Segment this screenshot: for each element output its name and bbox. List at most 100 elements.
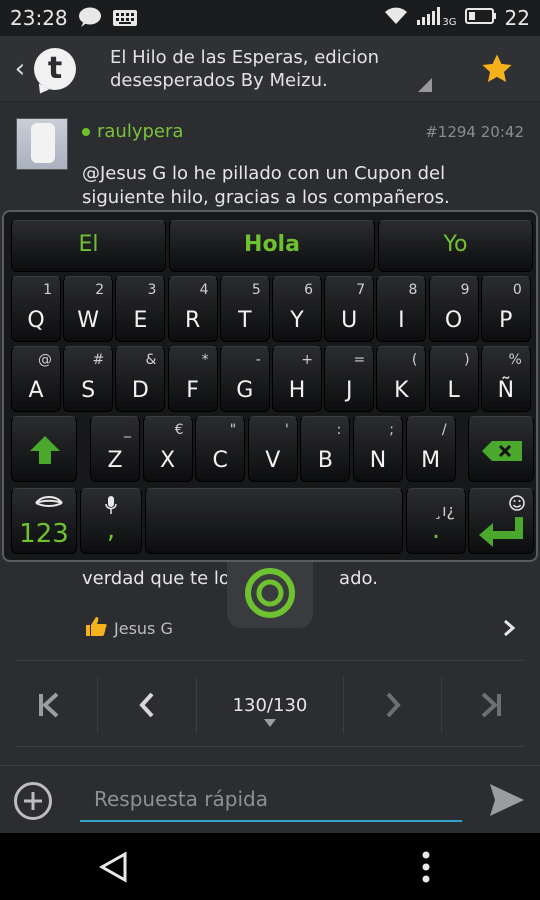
- thread-title[interactable]: El Hilo de las Esperas, edicion desesper…: [110, 46, 430, 92]
- prev-page-button[interactable]: [98, 677, 196, 733]
- key-secondary-label: €: [174, 422, 184, 438]
- post-username[interactable]: raulypera: [97, 121, 183, 142]
- chat-bubble-icon: [78, 7, 102, 29]
- post-meta: #1294 20:42: [425, 123, 524, 141]
- key-label: X: [160, 448, 176, 473]
- key-label: U: [341, 308, 358, 333]
- back-button[interactable]: ‹: [6, 54, 34, 84]
- key-r[interactable]: 4R: [167, 276, 218, 342]
- key-label: H: [288, 378, 306, 403]
- key-e[interactable]: 3E: [115, 276, 166, 342]
- status-bar: 23:28 3G 22: [0, 0, 540, 36]
- signal-icon: [416, 6, 441, 31]
- key-secondary-label: =: [353, 352, 366, 368]
- wifi-icon: [384, 6, 408, 31]
- key-label: C: [212, 448, 228, 473]
- key-p[interactable]: 0P: [480, 276, 531, 342]
- key-k[interactable]: (K: [376, 346, 427, 412]
- shift-key[interactable]: [11, 416, 77, 482]
- quick-reply-input[interactable]: [80, 778, 462, 822]
- suggestion-2[interactable]: Hola: [169, 220, 375, 272]
- key-secondary-label: (: [411, 352, 418, 368]
- key-label: V: [265, 448, 281, 473]
- key-label: M: [421, 448, 441, 473]
- key-o[interactable]: 9O: [428, 276, 479, 342]
- key-secondary-label: 8: [408, 282, 418, 298]
- key-label: G: [236, 378, 254, 403]
- key-label: E: [133, 308, 148, 333]
- comma-key[interactable]: ,: [80, 488, 142, 554]
- key-y[interactable]: 6Y: [272, 276, 322, 342]
- key-w[interactable]: 2W: [63, 276, 114, 342]
- chevron-right-icon[interactable]: [502, 618, 516, 643]
- key-label: O: [444, 308, 463, 333]
- key-secondary-label: ;: [389, 422, 394, 438]
- key-u[interactable]: 7U: [324, 276, 375, 342]
- key-z[interactable]: _ Z: [90, 416, 140, 482]
- key-t[interactable]: 5T: [219, 276, 270, 342]
- star-icon[interactable]: [480, 52, 514, 90]
- key-secondary-label: -: [255, 352, 261, 368]
- menu-overflow-icon[interactable]: [420, 851, 432, 887]
- key-g[interactable]: -G: [219, 346, 270, 412]
- keyboard: El Hola Yo 1Q2W3E4R5T6Y7U8I9O0P @ A # S & D * F…: [2, 210, 538, 562]
- key-q[interactable]: 1Q: [11, 276, 61, 342]
- caret-down-icon: [264, 719, 276, 727]
- key-s[interactable]: # S: [63, 346, 114, 412]
- chevron-right-icon: [386, 692, 401, 718]
- punctuation-key[interactable]: ¸ı¿ .: [406, 488, 466, 554]
- key-m[interactable]: / M: [405, 416, 456, 482]
- backspace-key[interactable]: [468, 416, 534, 482]
- post-text: @Jesus G lo he pillado con un Cupon del …: [82, 163, 450, 208]
- key-x[interactable]: € X: [142, 416, 193, 482]
- key-label: T: [238, 308, 252, 333]
- key-label: W: [77, 308, 100, 333]
- key-c[interactable]: " C: [195, 416, 246, 482]
- key-d[interactable]: & D: [115, 346, 166, 412]
- back-nav-icon[interactable]: [98, 851, 128, 887]
- key-secondary-label: %: [508, 352, 522, 368]
- key-secondary-label: ": [229, 422, 237, 438]
- enter-key[interactable]: [468, 488, 534, 554]
- dropdown-indicator-icon: [418, 78, 432, 92]
- network-type: 3G: [442, 16, 457, 28]
- key-b[interactable]: :B: [300, 416, 351, 482]
- key-h[interactable]: + H: [272, 346, 322, 412]
- swype-bubble[interactable]: [227, 558, 313, 628]
- key-label: R: [184, 308, 201, 333]
- divider: [16, 746, 524, 747]
- avatar[interactable]: [16, 118, 68, 170]
- key-label: B: [317, 448, 333, 473]
- space-key[interactable]: [145, 488, 403, 554]
- key-v[interactable]: ' V: [247, 416, 298, 482]
- key-j[interactable]: = J: [324, 346, 375, 412]
- next-page-button[interactable]: [344, 677, 441, 733]
- last-page-button[interactable]: [442, 677, 540, 733]
- key-secondary-label: _: [124, 422, 131, 438]
- clock: 23:28: [10, 6, 68, 30]
- key-secondary-label: @: [38, 352, 52, 368]
- numbers-key[interactable]: 123: [11, 488, 77, 554]
- key-secondary-label: 2: [95, 282, 105, 298]
- chevron-left-icon: [139, 692, 154, 718]
- key-ñ[interactable]: % Ñ: [480, 346, 531, 412]
- key-secondary-label: :: [336, 422, 342, 438]
- key-n[interactable]: ; N: [353, 416, 403, 482]
- key-i[interactable]: 8I: [376, 276, 427, 342]
- suggestion-3[interactable]: Yo: [378, 220, 533, 272]
- key-l[interactable]: ) L: [428, 346, 479, 412]
- first-page-button[interactable]: [0, 677, 97, 733]
- key-f[interactable]: * F: [167, 346, 218, 412]
- key-label: F: [186, 378, 199, 403]
- key-label: A: [28, 378, 44, 403]
- like-info[interactable]: Jesus G: [84, 615, 173, 641]
- key-secondary-label: 4: [199, 282, 209, 298]
- send-button[interactable]: [488, 782, 526, 822]
- key-a[interactable]: @ A: [11, 346, 61, 412]
- key-label: Z: [107, 448, 123, 473]
- suggestion-1[interactable]: El: [11, 220, 166, 272]
- screen: 23:28 3G 22 ‹ t El Hilo de las Esperas, …: [0, 0, 540, 900]
- add-attachment-button[interactable]: [14, 782, 52, 820]
- app-logo[interactable]: t: [34, 47, 76, 90]
- post-time: 20:42: [480, 123, 524, 141]
